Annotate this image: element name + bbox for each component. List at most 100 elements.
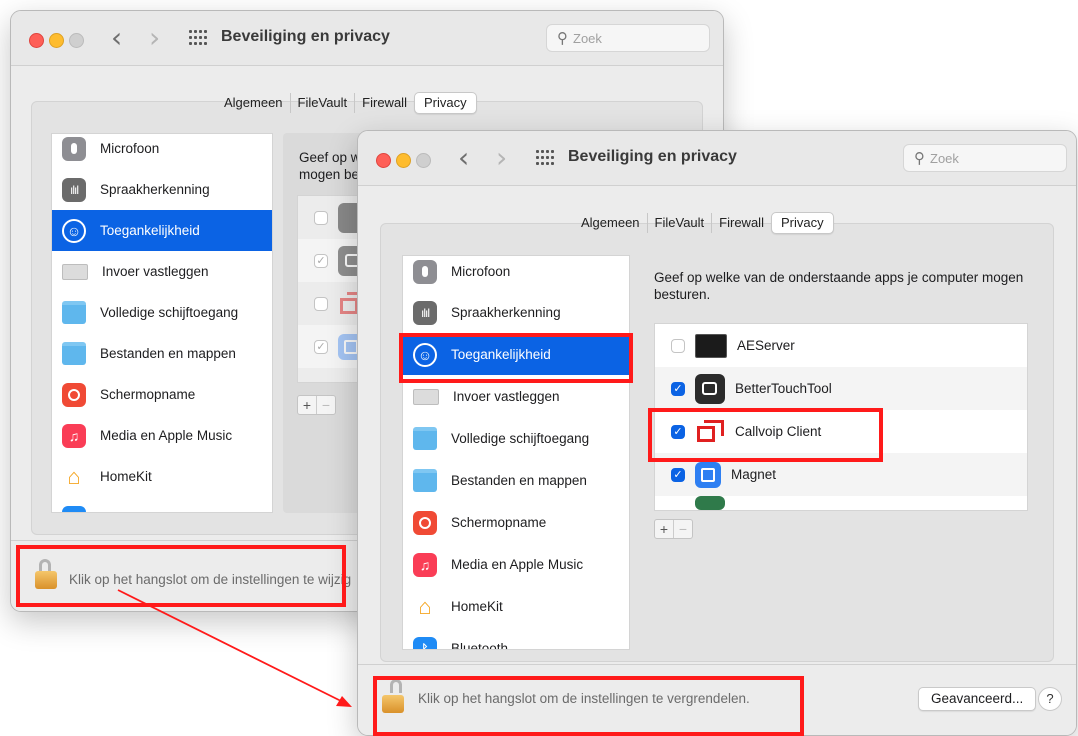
sidebar-item-bluetooth[interactable]: ᛒ Bluetooth <box>52 497 272 512</box>
home-icon: ⌂ <box>418 593 432 619</box>
speech-recognition-icon: ılıl <box>413 300 437 325</box>
title-bar: ‹ › Beveiliging en privacy ⚲ Zoek <box>358 131 1076 186</box>
tab-algemeen[interactable]: Algemeen <box>574 213 647 233</box>
advanced-button[interactable]: Geavanceerd... <box>918 687 1037 711</box>
sidebar-item-spraakherkenning[interactable]: ılıl Spraakherkenning <box>52 169 272 210</box>
sidebar-item-schermopname[interactable]: Schermopname <box>403 502 629 543</box>
app-row[interactable]: ✓ <box>298 325 358 368</box>
highlight-callvoip-client <box>648 408 883 462</box>
sidebar-item-label: Spraakherkenning <box>100 182 210 197</box>
sidebar-item-schermopname[interactable]: Schermopname <box>52 374 272 415</box>
search-field[interactable]: ⚲ Zoek <box>546 24 710 52</box>
highlight-toegankelijkheid <box>399 333 633 383</box>
checkbox[interactable]: ✓ <box>314 339 328 354</box>
magnet-checkbox[interactable]: ✓ <box>671 467 685 482</box>
app-row[interactable]: ✓ <box>298 239 358 282</box>
search-placeholder: Zoek <box>930 151 959 166</box>
help-button[interactable]: ? <box>1038 687 1062 711</box>
bluetooth-icon: ᛒ <box>413 636 437 649</box>
speech-recognition-icon: ılıl <box>62 177 86 202</box>
app-icon <box>338 289 358 319</box>
sidebar-item-label: Schermopname <box>100 387 196 402</box>
checkbox[interactable] <box>314 296 328 311</box>
home-icon: ⌂ <box>67 463 81 489</box>
sidebar-item-invoer-vastleggen[interactable]: Invoer vastleggen <box>52 251 272 292</box>
show-all-grid-icon[interactable] <box>189 30 207 46</box>
sidebar-item-label: Volledige schijftoegang <box>100 305 239 320</box>
minimize-button[interactable] <box>49 33 64 48</box>
close-button[interactable] <box>29 33 44 48</box>
sidebar-item-label: Invoer vastleggen <box>453 389 560 404</box>
checkbox[interactable]: ✓ <box>314 253 328 268</box>
sidebar-item-label: Bluetooth <box>451 641 509 650</box>
forward-chevron-icon[interactable]: › <box>149 23 160 53</box>
sidebar-item-volledige-schijftoegang[interactable]: Volledige schijftoegang <box>403 418 629 459</box>
show-all-grid-icon[interactable] <box>536 150 554 166</box>
add-remove-control: + − <box>654 519 693 539</box>
tab-algemeen[interactable]: Algemeen <box>217 93 290 113</box>
sidebar-item-bestanden-en-mappen[interactable]: Bestanden en mappen <box>52 333 272 374</box>
zoom-button[interactable] <box>69 33 84 48</box>
app-row[interactable] <box>298 282 358 325</box>
music-icon: ♫ <box>413 552 437 577</box>
highlight-back-lock <box>16 545 346 607</box>
microphone-icon <box>413 259 437 284</box>
forward-chevron-icon[interactable]: › <box>496 143 507 173</box>
search-field[interactable]: ⚲ Zoek <box>903 144 1067 172</box>
remove-button[interactable]: − <box>316 396 335 414</box>
back-chevron-icon[interactable]: ‹ <box>458 143 469 173</box>
sidebar-item-label: Bestanden en mappen <box>100 346 236 361</box>
sidebar-item-homekit[interactable]: ⌂ HomeKit <box>403 586 629 627</box>
sidebar-item-label: Volledige schijftoegang <box>451 431 590 446</box>
privacy-category-list: Microfoon ılıl Spraakherkenning ☺ Toegan… <box>51 133 273 513</box>
arrow-head-icon <box>336 696 352 707</box>
tab-privacy[interactable]: Privacy <box>413 92 477 114</box>
sidebar-item-media-en-apple-music[interactable]: ♫ Media en Apple Music <box>52 415 272 456</box>
remove-button[interactable]: − <box>673 520 692 538</box>
tab-filevault[interactable]: FileVault <box>646 213 712 233</box>
app-name: BetterTouchTool <box>735 381 832 396</box>
bettertouchtool-icon <box>695 373 725 404</box>
privacy-category-list: Microfoon ılıl Spraakherkenning ☺ Toegan… <box>402 255 630 650</box>
app-row[interactable] <box>298 196 358 239</box>
permissions-prompt: Geef op w mogen be <box>299 150 359 182</box>
sidebar-item-spraakherkenning[interactable]: ılıl Spraakherkenning <box>403 292 629 333</box>
sidebar-item-toegankelijkheid[interactable]: ☺ Toegankelijkheid <box>52 210 272 251</box>
tab-privacy[interactable]: Privacy <box>770 212 834 234</box>
sidebar-item-bluetooth[interactable]: ᛒ Bluetooth <box>403 628 629 650</box>
sidebar-item-volledige-schijftoegang[interactable]: Volledige schijftoegang <box>52 292 272 333</box>
tab-firewall[interactable]: Firewall <box>711 213 771 233</box>
folder-icon <box>62 342 86 365</box>
search-icon: ⚲ <box>914 150 925 167</box>
permissions-prompt: Geef op welke van de onderstaande apps j… <box>654 270 1024 302</box>
sidebar-item-homekit[interactable]: ⌂ HomeKit <box>52 456 272 497</box>
sidebar-item-bestanden-en-mappen[interactable]: Bestanden en mappen <box>403 460 629 501</box>
bluetooth-icon: ᛒ <box>62 505 86 512</box>
tab-filevault[interactable]: FileVault <box>289 93 355 113</box>
app-row-bettertouchtool[interactable]: ✓ BetterTouchTool <box>655 367 1027 410</box>
add-button[interactable]: + <box>655 520 673 538</box>
sidebar-item-microfoon[interactable]: Microfoon <box>52 134 272 169</box>
add-remove-control: + − <box>297 395 336 415</box>
sidebar-item-media-en-apple-music[interactable]: ♫ Media en Apple Music <box>403 544 629 585</box>
minimize-button[interactable] <box>396 153 411 168</box>
sidebar-item-label: Schermopname <box>451 515 547 530</box>
add-button[interactable]: + <box>298 396 316 414</box>
zoom-button[interactable] <box>416 153 431 168</box>
sidebar-item-label: HomeKit <box>100 469 152 484</box>
close-button[interactable] <box>376 153 391 168</box>
sidebar-item-label: Media en Apple Music <box>451 557 584 572</box>
tab-bar: Algemeen FileVault Firewall Privacy <box>217 92 477 114</box>
back-chevron-icon[interactable]: ‹ <box>111 23 122 53</box>
checkbox[interactable] <box>314 210 328 225</box>
sidebar-item-microfoon[interactable]: Microfoon <box>403 256 629 292</box>
accessibility-icon: ☺ <box>62 218 86 243</box>
sidebar-item-label: Bluetooth <box>100 510 157 512</box>
keyboard-icon <box>413 388 439 405</box>
tab-firewall[interactable]: Firewall <box>354 93 414 113</box>
screen-recording-icon <box>62 382 86 407</box>
bettertouchtool-checkbox[interactable]: ✓ <box>671 381 685 396</box>
app-row-aeserver[interactable]: AEServer <box>655 324 1027 367</box>
search-placeholder: Zoek <box>573 31 602 46</box>
aeserver-checkbox[interactable] <box>671 338 685 353</box>
